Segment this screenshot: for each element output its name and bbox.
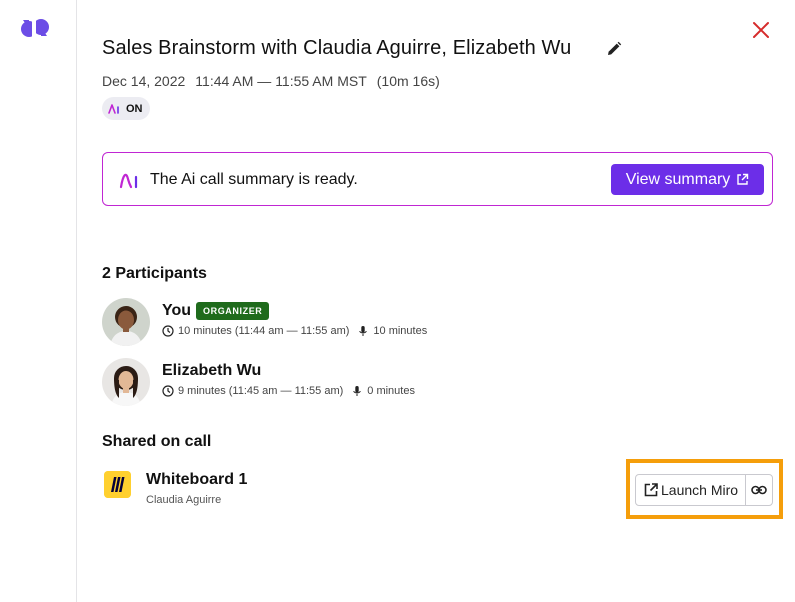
launch-miro-label: Launch Miro xyxy=(661,482,739,498)
clock-icon xyxy=(162,325,174,337)
microphone-icon xyxy=(359,326,368,336)
edit-pencil-icon[interactable] xyxy=(606,41,622,57)
participants-heading: 2 Participants xyxy=(102,265,207,282)
copy-link-button[interactable] xyxy=(746,475,772,505)
shared-on-call-heading: Shared on call xyxy=(102,433,212,450)
participant-row: Elizabeth Wu 9 minutes (11:45 am — 11:55… xyxy=(102,358,602,406)
ai-toggle[interactable]: ON xyxy=(102,97,150,120)
left-rail xyxy=(0,0,77,602)
meeting-duration: (10m 16s) xyxy=(376,73,440,89)
app-logo-icon[interactable] xyxy=(20,16,50,40)
view-summary-button[interactable]: View summary xyxy=(611,164,764,195)
whiteboard-actions: Launch Miro xyxy=(635,474,773,506)
view-summary-label: View summary xyxy=(625,170,731,188)
ai-icon xyxy=(108,103,119,114)
whiteboard-owner: Claudia Aguirre xyxy=(146,494,222,506)
miro-icon xyxy=(104,471,131,498)
participant-name: Elizabeth Wu xyxy=(162,362,262,379)
ai-summary-banner: The Ai call summary is ready. View summa… xyxy=(102,152,773,206)
whiteboard-title: Whiteboard 1 xyxy=(146,471,248,488)
participant-row: You ORGANIZER 10 minutes (11:44 am — 11:… xyxy=(102,298,602,346)
participant-info: 9 minutes (11:45 am — 11:55 am) 0 minute… xyxy=(162,385,415,397)
ai-summary-message: The Ai call summary is ready. xyxy=(150,171,358,188)
avatar xyxy=(102,358,150,406)
participant-talk-time: 10 minutes xyxy=(373,325,428,337)
clock-icon xyxy=(162,385,174,397)
page-title: Sales Brainstorm with Claudia Aguirre, E… xyxy=(102,37,572,59)
microphone-icon xyxy=(353,386,361,396)
external-link-icon xyxy=(737,173,749,185)
external-link-icon xyxy=(644,483,658,497)
meeting-time-range: 11:44 AM — 11:55 AM MST xyxy=(195,73,367,89)
launch-miro-button[interactable]: Launch Miro xyxy=(636,475,746,505)
participant-time: 9 minutes (11:45 am — 11:55 am) xyxy=(178,385,344,397)
participant-time: 10 minutes (11:44 am — 11:55 am) xyxy=(178,325,350,337)
participant-name: You xyxy=(162,302,192,319)
avatar xyxy=(102,298,150,346)
participant-talk-time: 0 minutes xyxy=(367,385,415,397)
participant-info: 10 minutes (11:44 am — 11:55 am) 10 minu… xyxy=(162,325,427,337)
meeting-date: Dec 14, 2022 xyxy=(102,73,186,89)
ai-toggle-label: ON xyxy=(126,102,143,115)
close-icon[interactable] xyxy=(750,19,772,41)
ai-icon xyxy=(119,173,138,189)
link-icon xyxy=(751,485,767,495)
meeting-meta: Dec 14, 2022 11:44 AM — 11:55 AM MST (10m … xyxy=(102,73,440,89)
organizer-badge: ORGANIZER xyxy=(196,302,270,320)
